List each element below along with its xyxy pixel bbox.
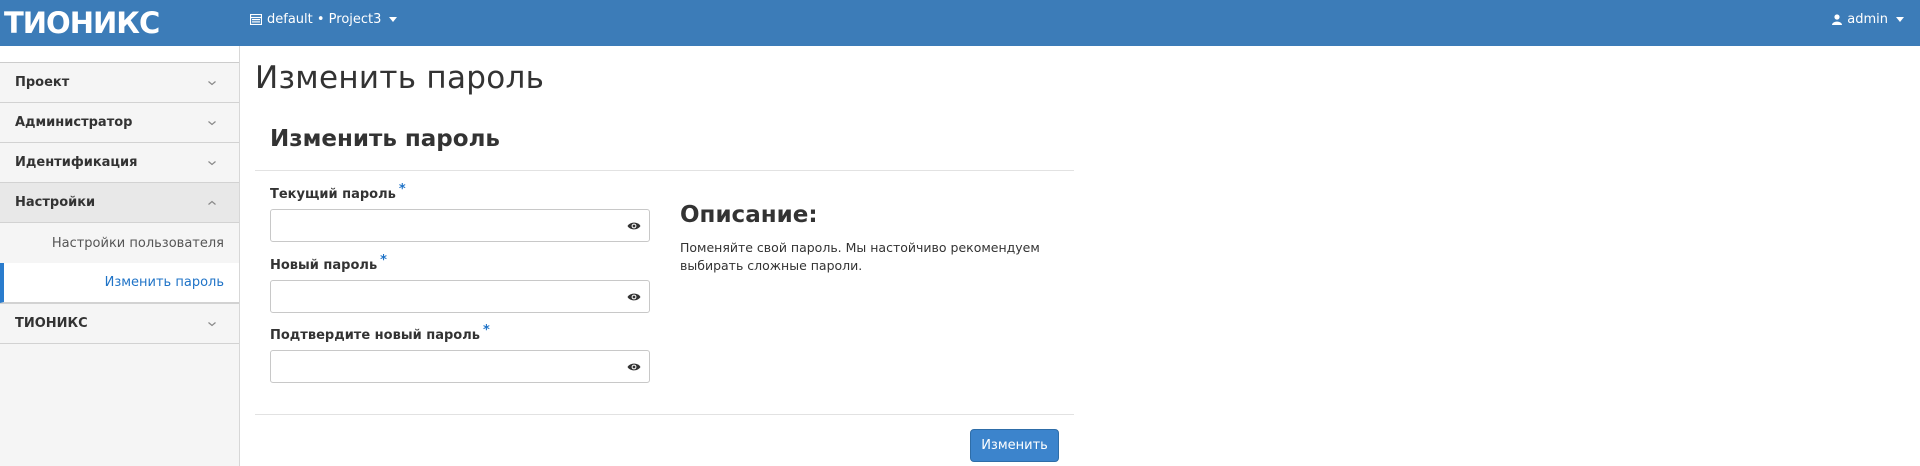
sidebar: Проект Администратор Идентификация Настр… — [0, 46, 240, 466]
current-password-label-text: Текущий пароль — [270, 187, 396, 202]
sidebar-item-label: ТИОНИКС — [15, 316, 88, 331]
confirm-password-label: Подтвердите новый пароль * — [270, 323, 490, 343]
caret-down-icon — [1896, 16, 1904, 22]
sidebar-item-label: Настройки — [15, 195, 96, 210]
chevron-down-icon — [208, 80, 216, 85]
sidebar-item-identity[interactable]: Идентификация — [0, 143, 239, 183]
required-marker: * — [398, 182, 406, 197]
form-divider-bottom — [255, 414, 1074, 415]
sidebar-item-admin[interactable]: Администратор — [0, 103, 239, 143]
new-password-label: Новый пароль * — [270, 253, 387, 273]
eye-icon[interactable] — [627, 362, 641, 372]
sidebar-item-project[interactable]: Проект — [0, 63, 239, 103]
brand-logo-text: ТИОНИКС — [4, 6, 159, 40]
confirm-password-input[interactable] — [271, 351, 601, 382]
submit-button[interactable]: Изменить — [970, 429, 1059, 462]
confirm-password-field — [270, 350, 650, 383]
new-password-input[interactable] — [271, 281, 601, 312]
required-marker: * — [380, 253, 387, 268]
form-title: Изменить пароль — [270, 126, 500, 152]
user-icon — [1832, 13, 1843, 25]
form-divider-top — [255, 170, 1074, 171]
current-password-field — [270, 209, 650, 242]
confirm-password-label-text: Подтвердите новый пароль — [270, 328, 480, 343]
brand-logo[interactable]: ТИОНИКС — [4, 4, 160, 42]
sidebar-item-settings[interactable]: Настройки — [0, 183, 239, 223]
required-marker: * — [482, 323, 490, 338]
eye-icon[interactable] — [627, 292, 641, 302]
sidebar-subitem-change-password[interactable]: Изменить пароль — [0, 263, 239, 303]
sidebar-item-label: Проект — [15, 75, 70, 90]
chevron-down-icon — [208, 120, 216, 125]
new-password-field — [270, 280, 650, 313]
chevron-down-icon — [208, 160, 216, 165]
sidebar-subitem-user-settings[interactable]: Настройки пользователя — [0, 223, 239, 263]
current-password-label: Текущий пароль * — [270, 182, 406, 202]
current-password-input[interactable] — [271, 210, 601, 241]
sidebar-spacer — [0, 46, 239, 63]
description-text: Поменяйте свой пароль. Мы настойчиво рек… — [680, 240, 1040, 273]
top-navbar: ТИОНИКС default • Project3 admin — [0, 0, 1920, 46]
server-icon — [250, 13, 262, 25]
eye-icon[interactable] — [627, 221, 641, 231]
settings-submenu: Настройки пользователя Изменить пароль — [0, 223, 239, 304]
user-menu[interactable]: admin — [1832, 9, 1904, 29]
sidebar-item-label: Идентификация — [15, 155, 138, 170]
chevron-down-icon — [208, 321, 216, 326]
description-title: Описание: — [680, 202, 818, 228]
sidebar-item-tionix[interactable]: ТИОНИКС — [0, 304, 239, 344]
sidebar-item-label: Администратор — [15, 115, 133, 130]
new-password-label-text: Новый пароль — [270, 258, 378, 273]
caret-down-icon — [389, 16, 398, 22]
chevron-up-icon — [208, 200, 216, 205]
project-switcher[interactable]: default • Project3 — [250, 9, 398, 29]
project-switcher-label: default • Project3 — [267, 11, 382, 27]
user-menu-label: admin — [1847, 11, 1888, 27]
page-title: Изменить пароль — [255, 60, 545, 96]
